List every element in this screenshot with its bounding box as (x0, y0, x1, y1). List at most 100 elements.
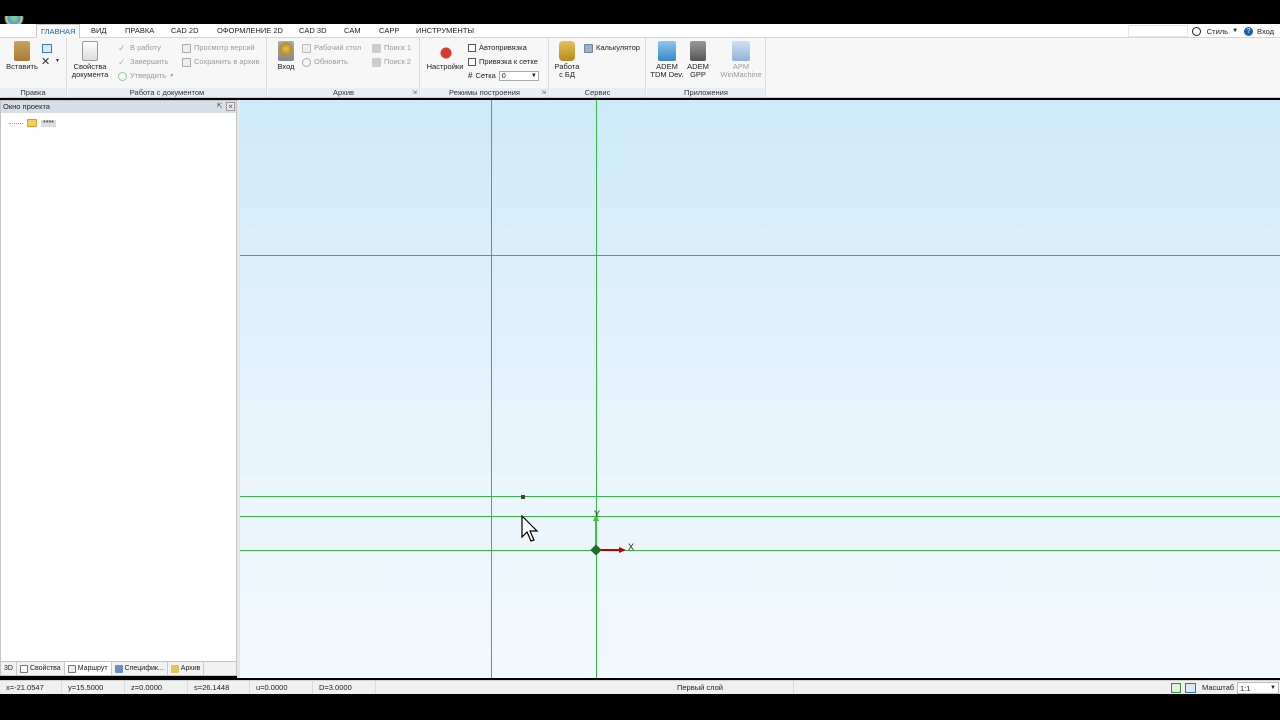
panel-tab-route[interactable]: Маршрут (64, 662, 112, 675)
axis-x-arrow (619, 547, 626, 553)
search2-button[interactable]: Поиск 2 (372, 56, 411, 68)
binoculars-icon (372, 43, 381, 53)
status-z: z=0.0000 (125, 681, 188, 695)
chevron-down-icon: ▼ (1270, 685, 1276, 691)
status-s: s=26.1448 (188, 681, 250, 695)
tab-cad2d[interactable]: CAD 2D (167, 24, 203, 38)
tab-main[interactable]: ГЛАВНАЯ (36, 24, 81, 38)
key-icon (278, 41, 294, 61)
view-versions-button[interactable]: Просмотр версий (182, 42, 255, 54)
finish-button[interactable]: ✓ Завершить (118, 56, 169, 68)
db-work-button[interactable]: Работа с БД (552, 41, 582, 79)
panel-tab-specification[interactable]: Специфик... (112, 662, 168, 675)
group-service: Работа с БД Калькулятор Сервис (550, 38, 646, 97)
scale-label: Масштаб (1202, 683, 1235, 692)
project-panel: Окно проекта ⇱ ✕ **** 3D Свойства Маршру… (0, 100, 237, 676)
refresh-button[interactable]: Обновить (302, 56, 348, 68)
project-tree: **** (9, 119, 56, 127)
search1-button[interactable]: Поиск 1 (372, 42, 411, 54)
status-bar: x=-21.0547 y=15.5000 z=0.0000 s=26.1448 … (0, 680, 1280, 695)
apm-icon (732, 41, 750, 61)
refresh-icon (302, 57, 311, 67)
binoculars-icon (372, 57, 381, 67)
chevron-down-icon[interactable]: ▼ (55, 58, 60, 64)
tab-view[interactable]: ВИД (87, 24, 110, 38)
group-label-construction-modes: Режимы построения (421, 88, 548, 97)
status-d: D=3.0000 (313, 681, 376, 695)
checkbox-icon (468, 44, 476, 52)
search-icon[interactable] (1191, 26, 1201, 36)
autosnap-checkbox[interactable]: Автопривязка (468, 42, 527, 54)
origin-marker (590, 544, 602, 556)
pin-icon[interactable]: ⇱ (215, 102, 224, 111)
window-top-bar (0, 0, 1280, 24)
group-applications: ADEM TDM Dev. ADEM GPP APM WinMachine Пр… (647, 38, 766, 97)
ribbon-search-input[interactable] (1128, 25, 1188, 37)
settings-button[interactable]: Настройки (423, 41, 467, 71)
to-work-button[interactable]: ✓ В работу (118, 42, 161, 54)
status-layer[interactable]: Первый слой (620, 681, 794, 695)
specification-icon (114, 664, 123, 673)
group-label-service: Сервис (550, 88, 645, 97)
chevron-down-icon: ▼ (530, 73, 537, 79)
delete-icon[interactable]: ✕ (41, 55, 50, 68)
tab-drafting2d[interactable]: ОФОРМЛЕНИЕ 2D (213, 24, 287, 38)
apm-winmachine-button[interactable]: APM WinMachine (717, 41, 765, 79)
save-to-archive-button[interactable]: Сохранить в архив (182, 56, 260, 68)
group-label-document: Работа с документом (68, 88, 266, 97)
view-mode-icon[interactable] (1185, 683, 1196, 693)
calculator-button[interactable]: Калькулятор (584, 42, 640, 54)
archive-login-button[interactable]: Вход (272, 41, 300, 71)
document-properties-button[interactable]: Свойства документа (70, 41, 110, 79)
save-archive-icon (182, 57, 191, 67)
archive-icon (170, 664, 179, 673)
style-menu[interactable]: Стиль (1207, 27, 1228, 36)
adem-gpp-button[interactable]: ADEM GPP (685, 41, 711, 79)
tab-cam[interactable]: CAM (340, 24, 365, 38)
project-panel-tabs: 3D Свойства Маршрут Специфик... Архив (1, 661, 236, 675)
folder-icon[interactable] (27, 119, 37, 127)
panel-tab-3d[interactable]: 3D (1, 662, 17, 675)
modes-dialog-launcher-icon[interactable]: ⇲ (541, 89, 546, 96)
layer-visibility-icon[interactable] (1171, 683, 1181, 693)
copy-icon[interactable] (42, 44, 52, 53)
tab-edit[interactable]: ПРАВКА (121, 24, 158, 38)
database-icon (559, 41, 575, 61)
gpp-machine-icon (690, 41, 706, 61)
group-archive: Вход Рабочий стол Обновить Поиск 1 Поиск… (268, 38, 420, 97)
project-panel-header: Окно проекта ⇱ ✕ (1, 101, 236, 113)
grid-select[interactable]: 0 ▼ (498, 71, 539, 81)
project-panel-title: Окно проекта (3, 102, 50, 111)
tab-tools[interactable]: ИНСТРУМЕНТЫ (412, 24, 478, 38)
close-icon[interactable]: ✕ (226, 102, 235, 111)
properties-icon (19, 664, 28, 673)
route-icon (67, 664, 76, 673)
adem-tdm-button[interactable]: ADEM TDM Dev. (649, 41, 685, 79)
help-icon[interactable]: ? (1244, 26, 1254, 36)
clipboard-icon (14, 41, 30, 61)
group-label-applications: Приложения (647, 88, 765, 97)
paste-button[interactable]: Вставить (4, 41, 40, 71)
chevron-down-icon[interactable]: ▼ (1232, 28, 1238, 34)
login-link[interactable]: Вход (1257, 27, 1274, 36)
desktop-icon (302, 43, 311, 53)
grid-line-vertical (596, 100, 597, 678)
archive-dialog-launcher-icon[interactable]: ⇲ (412, 89, 417, 96)
tab-cad3d[interactable]: CAD 3D (295, 24, 331, 38)
scale-select[interactable]: 1:1 ▼ (1237, 682, 1279, 694)
check-icon: ✓ (118, 42, 126, 53)
tree-item-label[interactable]: **** (41, 119, 56, 127)
ribbon-tab-row: ГЛАВНАЯ ВИД ПРАВКА CAD 2D ОФОРМЛЕНИЕ 2D … (0, 24, 1280, 38)
panel-tab-archive[interactable]: Архив (168, 662, 205, 675)
tdm-code-icon (658, 41, 676, 61)
approve-button[interactable]: Утвердить ▼ (118, 70, 174, 82)
grid-line-horizontal (240, 516, 1280, 517)
tab-capp[interactable]: CAPP (375, 24, 403, 38)
versions-icon (182, 43, 191, 53)
desktop-button[interactable]: Рабочий стол (302, 42, 361, 54)
grid-line-horizontal (240, 496, 1280, 497)
grid-snap-checkbox[interactable]: Привязка к сетке (468, 56, 538, 68)
checkbox-icon (468, 58, 476, 66)
drawing-viewport[interactable]: Y X (240, 100, 1280, 678)
panel-tab-properties[interactable]: Свойства (17, 662, 65, 675)
